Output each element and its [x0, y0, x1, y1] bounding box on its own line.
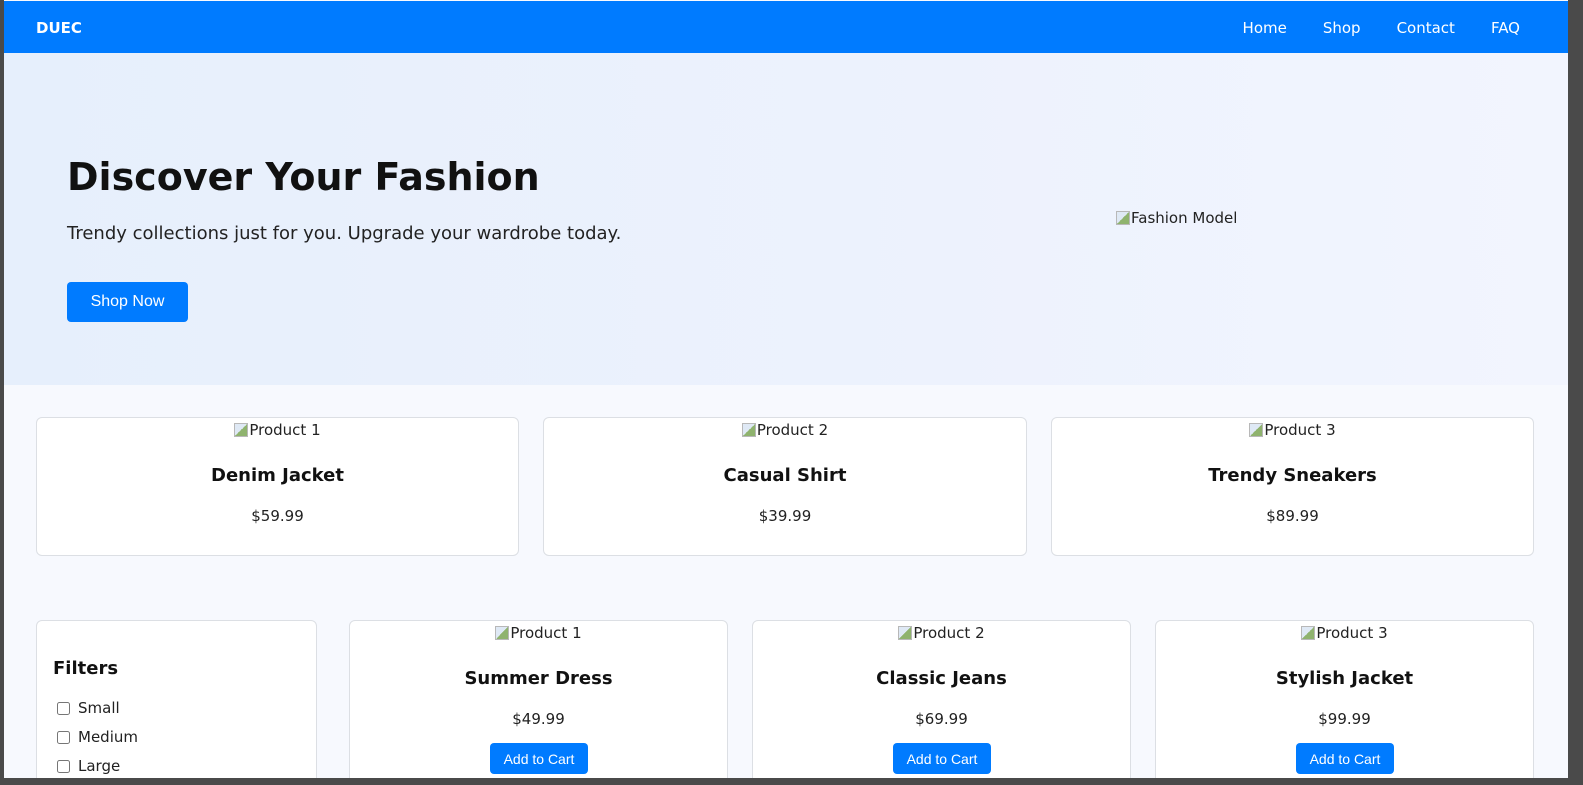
broken-image-icon — [1116, 211, 1130, 225]
product-image-alt: Product 3 — [1264, 421, 1336, 439]
filter-option-medium[interactable]: Medium — [57, 728, 138, 746]
hero-image: Fashion Model — [1116, 209, 1237, 227]
product-image-alt: Product 2 — [913, 624, 985, 642]
product-price: $59.99 — [251, 507, 304, 525]
filters-title: Filters — [53, 658, 119, 679]
product-image-alt: Product 3 — [1316, 624, 1388, 642]
filter-label: Small — [78, 699, 120, 717]
product-price: $69.99 — [915, 710, 968, 728]
nav-link-contact[interactable]: Contact — [1397, 19, 1455, 37]
product-card[interactable]: Product 2 Classic Jeans $69.99 Add to Ca… — [752, 620, 1131, 778]
broken-image-icon — [495, 626, 510, 640]
add-to-cart-button[interactable]: Add to Cart — [490, 743, 588, 774]
add-to-cart-button[interactable]: Add to Cart — [893, 743, 991, 774]
broken-image-icon — [1301, 626, 1316, 640]
featured-card[interactable]: Product 1 Denim Jacket $59.99 — [36, 417, 519, 556]
product-price: $89.99 — [1266, 507, 1319, 525]
nav-link-home[interactable]: Home — [1243, 19, 1287, 37]
hero-subtitle: Trendy collections just for you. Upgrade… — [67, 223, 622, 244]
broken-image-icon — [234, 423, 249, 437]
add-to-cart-button[interactable]: Add to Cart — [1296, 743, 1394, 774]
product-card[interactable]: Product 3 Stylish Jacket $99.99 Add to C… — [1155, 620, 1534, 778]
product-image: Product 2 — [544, 421, 1026, 439]
broken-image-icon — [898, 626, 913, 640]
filter-checkbox-small[interactable] — [57, 701, 70, 715]
hero-title: Discover Your Fashion — [67, 155, 540, 199]
filter-checkbox-large[interactable] — [57, 759, 70, 773]
product-image-alt: Product 1 — [510, 624, 582, 642]
page: DUEC Home Shop Contact FAQ Discover Your… — [4, 0, 1568, 778]
product-price: $49.99 — [512, 710, 565, 728]
filter-option-large[interactable]: Large — [57, 757, 120, 775]
filter-label: Medium — [78, 728, 138, 746]
product-price: $99.99 — [1318, 710, 1371, 728]
filters-panel: Filters Small Medium Large — [36, 620, 317, 778]
hero-section: Discover Your Fashion Trendy collections… — [4, 53, 1568, 385]
product-price: $39.99 — [758, 507, 812, 525]
navbar: DUEC Home Shop Contact FAQ — [4, 1, 1568, 53]
product-name: Stylish Jacket — [1275, 668, 1414, 689]
product-image: Product 3 — [1156, 624, 1533, 642]
featured-card[interactable]: Product 3 Trendy Sneakers $89.99 — [1051, 417, 1534, 556]
broken-image-icon — [1249, 423, 1264, 437]
hero-image-alt: Fashion Model — [1131, 209, 1238, 227]
product-name: Summer Dress — [464, 668, 613, 689]
product-name: Casual Shirt — [723, 465, 847, 486]
product-image: Product 3 — [1052, 421, 1533, 439]
broken-image-icon — [741, 423, 756, 437]
product-image: Product 1 — [37, 421, 518, 439]
product-image-alt: Product 1 — [249, 421, 321, 439]
nav-links: Home Shop Contact FAQ — [1243, 19, 1520, 37]
product-name: Trendy Sneakers — [1208, 465, 1377, 486]
featured-card[interactable]: Product 2 Casual Shirt $39.99 — [543, 417, 1027, 556]
product-image: Product 2 — [753, 624, 1130, 642]
nav-link-shop[interactable]: Shop — [1323, 19, 1361, 37]
filter-label: Large — [78, 757, 121, 775]
filter-checkbox-medium[interactable] — [57, 730, 70, 744]
product-name: Denim Jacket — [211, 465, 344, 486]
shop-now-button[interactable]: Shop Now — [67, 282, 188, 322]
product-name: Classic Jeans — [876, 668, 1007, 689]
product-image: Product 1 — [350, 624, 727, 642]
filter-option-small[interactable]: Small — [57, 699, 120, 717]
brand-logo[interactable]: DUEC — [36, 19, 82, 37]
product-image-alt: Product 2 — [756, 421, 829, 439]
product-card[interactable]: Product 1 Summer Dress $49.99 Add to Car… — [349, 620, 728, 778]
nav-link-faq[interactable]: FAQ — [1491, 19, 1520, 37]
